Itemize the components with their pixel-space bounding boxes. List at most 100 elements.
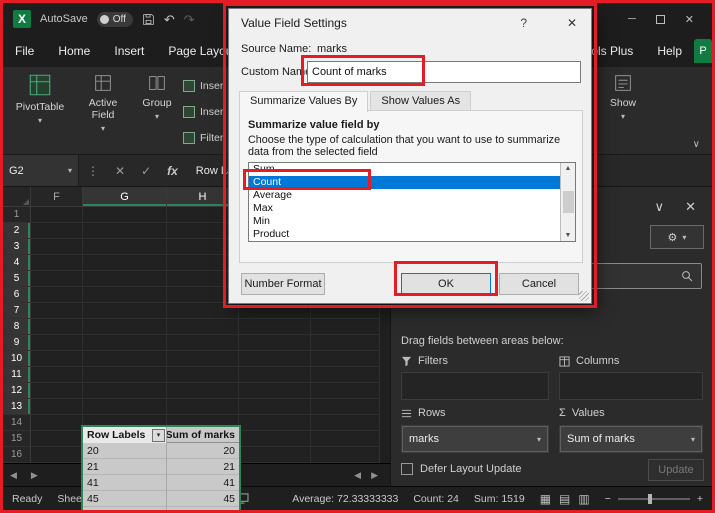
- insert-function-icon[interactable]: fx: [167, 164, 178, 178]
- cell[interactable]: [311, 335, 380, 351]
- calc-option-sum[interactable]: Sum: [249, 163, 575, 176]
- scroll-down-icon[interactable]: ▼: [565, 232, 572, 239]
- scroll-right-icon[interactable]: ▶: [371, 470, 378, 481]
- cell[interactable]: [31, 287, 83, 303]
- tab-show-values-as[interactable]: Show Values As: [370, 91, 472, 112]
- cell[interactable]: [167, 383, 239, 399]
- defer-layout-checkbox[interactable]: [401, 463, 413, 475]
- row-header-5[interactable]: 5: [3, 271, 31, 287]
- ribbon-tab-pivottable-analyze[interactable]: P: [694, 39, 712, 63]
- cell[interactable]: [311, 431, 380, 447]
- minimize-icon[interactable]: ─: [628, 13, 636, 25]
- cell[interactable]: [31, 207, 83, 223]
- cell[interactable]: [83, 367, 167, 383]
- cell[interactable]: [239, 415, 311, 431]
- pivot-row-value[interactable]: 20: [167, 443, 239, 459]
- save-icon[interactable]: [142, 13, 155, 26]
- insert-slicer-button[interactable]: Inser: [183, 75, 231, 97]
- cell[interactable]: [311, 447, 380, 463]
- cell[interactable]: [167, 399, 239, 415]
- cell[interactable]: [239, 367, 311, 383]
- cell[interactable]: [31, 447, 83, 463]
- page-layout-view-icon[interactable]: ▤: [559, 492, 570, 506]
- ok-button[interactable]: OK: [401, 273, 491, 295]
- calc-option-count[interactable]: Count: [249, 176, 575, 189]
- cell[interactable]: [31, 335, 83, 351]
- cell[interactable]: [83, 303, 167, 319]
- pivot-row-label[interactable]: 45: [83, 491, 167, 507]
- cell[interactable]: [239, 351, 311, 367]
- dialog-help-icon[interactable]: ?: [520, 16, 527, 30]
- pane-options-chevron-icon[interactable]: ∨: [654, 199, 664, 215]
- pivot-header-row-labels[interactable]: Row Labels ▾: [83, 427, 167, 443]
- window-close-icon[interactable]: ✕: [685, 13, 694, 26]
- row-header-11[interactable]: 11: [3, 367, 31, 383]
- rows-field-item[interactable]: marks ▾: [402, 426, 548, 452]
- pivot-header-values[interactable]: Sum of marks: [167, 427, 239, 443]
- column-header-g[interactable]: G: [83, 187, 167, 207]
- scroll-up-icon[interactable]: ▲: [565, 165, 572, 172]
- dialog-close-icon[interactable]: ✕: [567, 16, 577, 30]
- filter-connections-button[interactable]: Filter: [183, 127, 231, 149]
- cell[interactable]: [31, 351, 83, 367]
- cell[interactable]: [311, 351, 380, 367]
- cell[interactable]: [31, 239, 83, 255]
- ribbon-tab-help[interactable]: Help: [645, 37, 694, 65]
- ribbon-tab-home[interactable]: Home: [46, 37, 102, 65]
- pivot-row-value[interactable]: 100: [167, 507, 239, 510]
- cell[interactable]: [311, 367, 380, 383]
- column-header-f[interactable]: F: [31, 187, 83, 207]
- row-header-4[interactable]: 4: [3, 255, 31, 271]
- cell[interactable]: [239, 431, 311, 447]
- cell[interactable]: [311, 415, 380, 431]
- cell[interactable]: [31, 367, 83, 383]
- normal-view-icon[interactable]: ▦: [540, 492, 551, 506]
- sheet-nav-left-icon[interactable]: ◀: [3, 470, 24, 481]
- zoom-in-icon[interactable]: +: [697, 493, 703, 505]
- pivot-row-label[interactable]: 50: [83, 507, 167, 510]
- row-header-15[interactable]: 15: [3, 431, 31, 447]
- dialog-title-bar[interactable]: Value Field Settings ? ✕: [229, 9, 591, 37]
- cell[interactable]: [31, 431, 83, 447]
- row-header-12[interactable]: 12: [3, 383, 31, 399]
- cell[interactable]: [83, 287, 167, 303]
- cell[interactable]: [31, 415, 83, 431]
- cancel-entry-icon[interactable]: ✕: [115, 164, 125, 178]
- cell[interactable]: [239, 303, 311, 319]
- row-header-6[interactable]: 6: [3, 287, 31, 303]
- pivot-row-value[interactable]: 41: [167, 475, 239, 491]
- cell[interactable]: [167, 319, 239, 335]
- row-header-2[interactable]: 2: [3, 223, 31, 239]
- filters-drop-area[interactable]: [401, 372, 549, 400]
- cell[interactable]: [239, 335, 311, 351]
- calc-option-min[interactable]: Min: [249, 215, 575, 228]
- zoom-slider-thumb[interactable]: [647, 493, 652, 504]
- custom-name-input[interactable]: [307, 61, 581, 83]
- cell[interactable]: [83, 239, 167, 255]
- zoom-slider[interactable]: [617, 493, 690, 504]
- cell[interactable]: [83, 351, 167, 367]
- cell[interactable]: [31, 399, 83, 415]
- calc-option-product[interactable]: Product: [249, 228, 575, 241]
- cell[interactable]: [239, 319, 311, 335]
- cell[interactable]: [311, 303, 380, 319]
- redo-icon[interactable]: ↷: [184, 13, 195, 26]
- cell[interactable]: [83, 207, 167, 223]
- update-button[interactable]: Update: [648, 459, 704, 481]
- cell[interactable]: [83, 335, 167, 351]
- row-header-3[interactable]: 3: [3, 239, 31, 255]
- select-all-corner[interactable]: ◢: [3, 187, 31, 207]
- cell[interactable]: [83, 223, 167, 239]
- row-header-16[interactable]: 16: [3, 447, 31, 463]
- page-break-view-icon[interactable]: ▥: [578, 492, 589, 506]
- cell[interactable]: [31, 383, 83, 399]
- pivot-row-label[interactable]: 41: [83, 475, 167, 491]
- cell[interactable]: [239, 383, 311, 399]
- filter-dropdown-icon[interactable]: ▾: [152, 428, 165, 442]
- cell[interactable]: [311, 319, 380, 335]
- values-field-item[interactable]: Sum of marks ▾: [560, 426, 702, 452]
- pivot-row-label[interactable]: 21: [83, 459, 167, 475]
- active-field-button[interactable]: Active Field ▾: [77, 72, 129, 150]
- cell[interactable]: [31, 271, 83, 287]
- restore-icon[interactable]: [655, 14, 665, 24]
